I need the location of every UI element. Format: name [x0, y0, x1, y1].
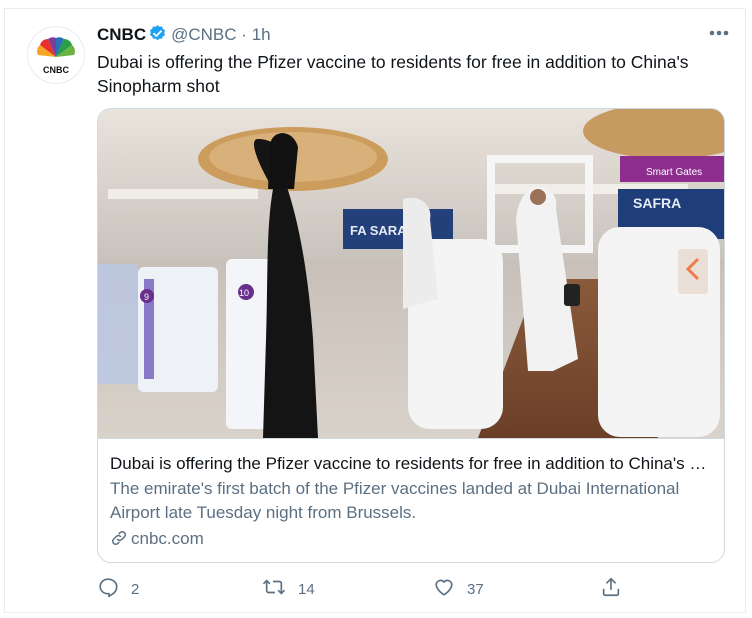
tweet-text: Dubai is offering the Pfizer vaccine to … [97, 52, 689, 96]
reply-icon [97, 576, 119, 602]
retweet-button[interactable]: 14 [262, 574, 315, 604]
link-icon [110, 529, 131, 548]
card-image[interactable]: FA SARA SAFRA Smart Gates 9 10 [98, 109, 724, 438]
heart-icon [433, 576, 455, 602]
action-bar: 2 14 37 [97, 574, 737, 604]
separator-dot: · [241, 25, 247, 44]
card-domain[interactable]: cnbc.com [110, 527, 204, 551]
gate-number-10: 10 [239, 288, 249, 298]
author-handle[interactable]: @CNBC [171, 25, 236, 44]
share-button[interactable] [600, 574, 622, 604]
sign-banner-left: FA SARA [350, 223, 407, 238]
card-title[interactable]: Dubai is offering the Pfizer vaccine to … [110, 452, 710, 476]
share-icon [600, 576, 622, 602]
avatar[interactable]: CNBC [27, 26, 85, 84]
reply-count: 2 [131, 580, 140, 598]
reply-button[interactable]: 2 [97, 574, 139, 604]
more-options-icon[interactable] [705, 23, 733, 43]
cnbc-peacock-logo: CNBC [37, 37, 75, 75]
svg-text:CNBC: CNBC [43, 65, 69, 75]
sign-smart-gates: Smart Gates [646, 167, 702, 178]
retweet-count: 14 [298, 580, 315, 598]
retweet-icon [262, 576, 286, 602]
tweet[interactable]: CNBC CNBC @CNBC · 1h Dubai is offering th… [4, 8, 746, 613]
tweet-timestamp[interactable]: 1h [252, 25, 271, 44]
like-count: 37 [467, 580, 484, 598]
card-domain-text: cnbc.com [131, 529, 204, 548]
link-card[interactable]: FA SARA SAFRA Smart Gates 9 10 Dubai is … [97, 108, 725, 563]
gate-number-9: 9 [144, 292, 149, 302]
card-body[interactable]: Dubai is offering the Pfizer vaccine to … [98, 438, 724, 548]
tweet-header: CNBC @CNBC · 1h [97, 24, 271, 49]
like-button[interactable]: 37 [433, 574, 484, 604]
sign-banner: SAFRA [633, 195, 681, 211]
author-name[interactable]: CNBC [97, 25, 146, 44]
verified-badge-icon [148, 24, 167, 49]
card-description: The emirate's first batch of the Pfizer … [110, 479, 680, 522]
